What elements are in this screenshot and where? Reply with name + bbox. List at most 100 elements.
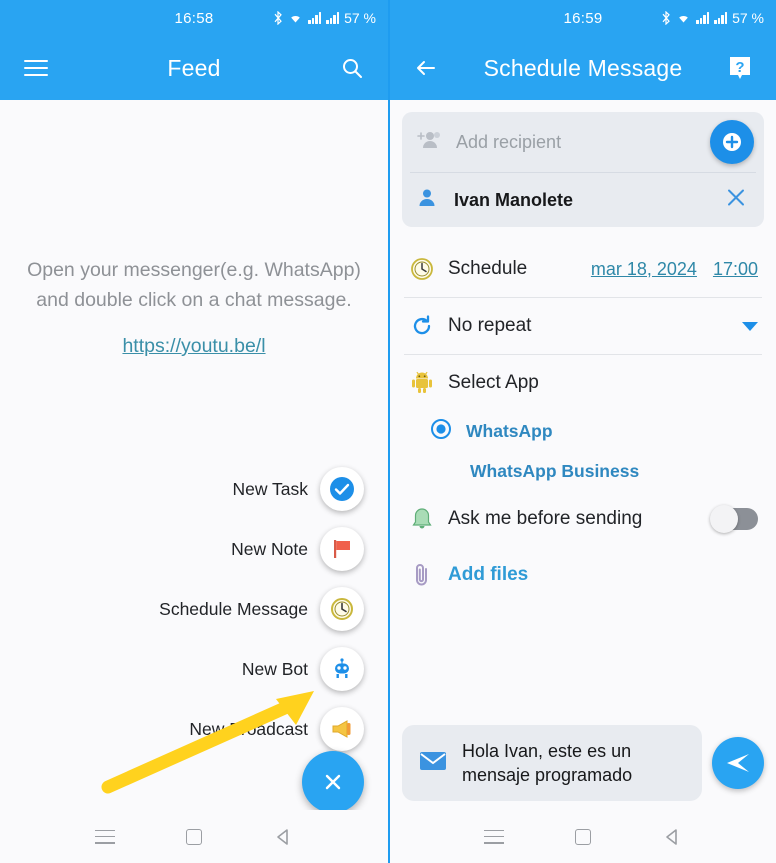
fab-label: Schedule Message [159, 598, 308, 619]
arrow-left-icon[interactable] [406, 48, 446, 88]
megaphone-icon[interactable] [320, 707, 364, 751]
right-android-nav-bar [390, 810, 776, 863]
paperclip-icon [408, 562, 436, 588]
refresh-icon [408, 314, 436, 338]
fab-label: New Note [231, 538, 308, 559]
left-android-nav-bar [0, 810, 388, 863]
plus-circle-icon [723, 133, 741, 151]
clock-icon[interactable] [320, 587, 364, 631]
close-x-icon[interactable] [724, 186, 748, 215]
signal-bars-2-icon [714, 12, 728, 24]
radio-selected-icon[interactable] [430, 418, 452, 445]
status-time: 16:59 [563, 9, 603, 27]
fab-item-new-bot[interactable]: New Bot [242, 647, 364, 691]
add-recipient-row[interactable]: Add recipient [402, 112, 764, 172]
recents-button[interactable] [481, 824, 507, 850]
status-icons: 57 % [661, 10, 764, 26]
signal-bars-2-icon [326, 12, 340, 24]
schedule-label: Schedule [448, 258, 528, 279]
right-content-sheet: Add recipient Ivan Manolete Schedule mar… [390, 100, 776, 863]
empty-state-line-2: and double click on a chat message. [36, 289, 352, 311]
recents-button[interactable] [92, 824, 118, 850]
wifi-icon [679, 16, 688, 23]
recipients-card: Add recipient Ivan Manolete [402, 112, 764, 227]
ask-before-sending-toggle[interactable] [710, 505, 758, 533]
add-recipient-placeholder: Add recipient [456, 131, 562, 152]
signal-bars-1-icon [308, 12, 322, 24]
tutorial-link[interactable]: https://youtu.be/l [122, 331, 265, 361]
android-robot-icon [408, 370, 436, 396]
ask-before-sending-label: Ask me before sending [448, 508, 643, 529]
app-option-label: WhatsApp [466, 420, 553, 441]
fab-item-schedule-message[interactable]: Schedule Message [159, 587, 364, 631]
select-app-label: Select App [448, 372, 539, 393]
fab-close-button[interactable] [302, 751, 364, 813]
robot-icon[interactable] [320, 647, 364, 691]
chevron-down-icon[interactable] [742, 321, 758, 331]
recipient-name: Ivan Manolete [454, 189, 574, 210]
app-option-whatsapp[interactable]: WhatsApp [390, 411, 776, 451]
fab-item-new-task[interactable]: New Task [232, 467, 364, 511]
person-icon [416, 187, 438, 214]
back-button[interactable] [659, 824, 685, 850]
search-icon[interactable] [332, 48, 372, 88]
check-circle-icon[interactable] [320, 467, 364, 511]
envelope-icon [418, 749, 448, 778]
fab-label: New Broadcast [189, 718, 308, 739]
home-button[interactable] [181, 824, 207, 850]
help-question-icon[interactable]: ? [720, 48, 760, 88]
empty-state: Open your messenger(e.g. WhatsApp) and d… [0, 255, 388, 361]
clock-icon [408, 256, 436, 282]
app-option-whatsapp-business[interactable]: WhatsApp Business [390, 451, 776, 491]
back-button[interactable] [270, 824, 296, 850]
left-phone-screen: 16:58 57 % Feed Open your messenger(e.g.… [0, 0, 388, 863]
fab-item-new-note[interactable]: New Note [231, 527, 364, 571]
dual-screenshot: 16:58 57 % Feed Open your messenger(e.g.… [0, 0, 776, 863]
fab-label: New Task [232, 478, 308, 499]
status-icons: 57 % [273, 10, 376, 26]
page-title: Feed [167, 54, 221, 81]
svg-text:?: ? [735, 59, 744, 76]
flag-icon[interactable] [320, 527, 364, 571]
add-recipient-icon [416, 128, 442, 157]
close-icon [325, 774, 341, 790]
repeat-row[interactable]: No repeat [390, 298, 776, 354]
send-icon [727, 754, 749, 772]
left-app-bar: Feed [0, 36, 388, 100]
home-button[interactable] [570, 824, 596, 850]
fab-label: New Bot [241, 658, 308, 679]
signal-bars-1-icon [696, 12, 710, 24]
right-app-bar: Schedule Message ? [390, 36, 776, 100]
ask-before-sending-row[interactable]: Ask me before sending [390, 491, 776, 547]
message-input[interactable]: Hola Ivan, este es un mensaje programado [402, 725, 702, 801]
schedule-values: mar 18, 2024 17:00 [591, 259, 758, 280]
page-title: Schedule Message [483, 54, 683, 81]
bell-icon [408, 506, 436, 532]
fab-item-new-broadcast[interactable]: New Broadcast [189, 707, 364, 751]
empty-state-line-1: Open your messenger(e.g. WhatsApp) [27, 259, 361, 281]
send-button[interactable] [712, 737, 764, 789]
message-composer: Hola Ivan, este es un mensaje programado [402, 725, 764, 801]
schedule-time[interactable]: 17:00 [713, 259, 758, 280]
select-app-row: Select App [390, 355, 776, 411]
add-files-label[interactable]: Add files [448, 564, 528, 586]
schedule-date[interactable]: mar 18, 2024 [591, 259, 697, 280]
status-time: 16:58 [174, 9, 214, 27]
wifi-icon [291, 16, 300, 23]
recipient-row[interactable]: Ivan Manolete [402, 173, 764, 227]
bluetooth-icon [662, 11, 670, 25]
battery-percentage: 57 % [344, 10, 376, 26]
hamburger-menu-icon[interactable] [16, 48, 56, 88]
repeat-label: No repeat [448, 315, 532, 336]
schedule-row[interactable]: Schedule mar 18, 2024 17:00 [390, 241, 776, 297]
right-status-bar: 16:59 57 % [390, 0, 776, 36]
right-phone-screen: 16:59 57 % Schedule Message ? Add recipi… [388, 0, 776, 863]
left-status-bar: 16:58 57 % [0, 0, 388, 36]
left-content-sheet: Open your messenger(e.g. WhatsApp) and d… [0, 100, 388, 863]
message-text: Hola Ivan, este es un mensaje programado [462, 741, 633, 785]
fab-speed-dial: New Task New Note Schedule Message New B… [159, 467, 364, 751]
add-recipient-button[interactable] [710, 120, 754, 164]
battery-percentage: 57 % [732, 10, 764, 26]
add-files-row[interactable]: Add files [390, 547, 776, 603]
bluetooth-icon [274, 11, 282, 25]
